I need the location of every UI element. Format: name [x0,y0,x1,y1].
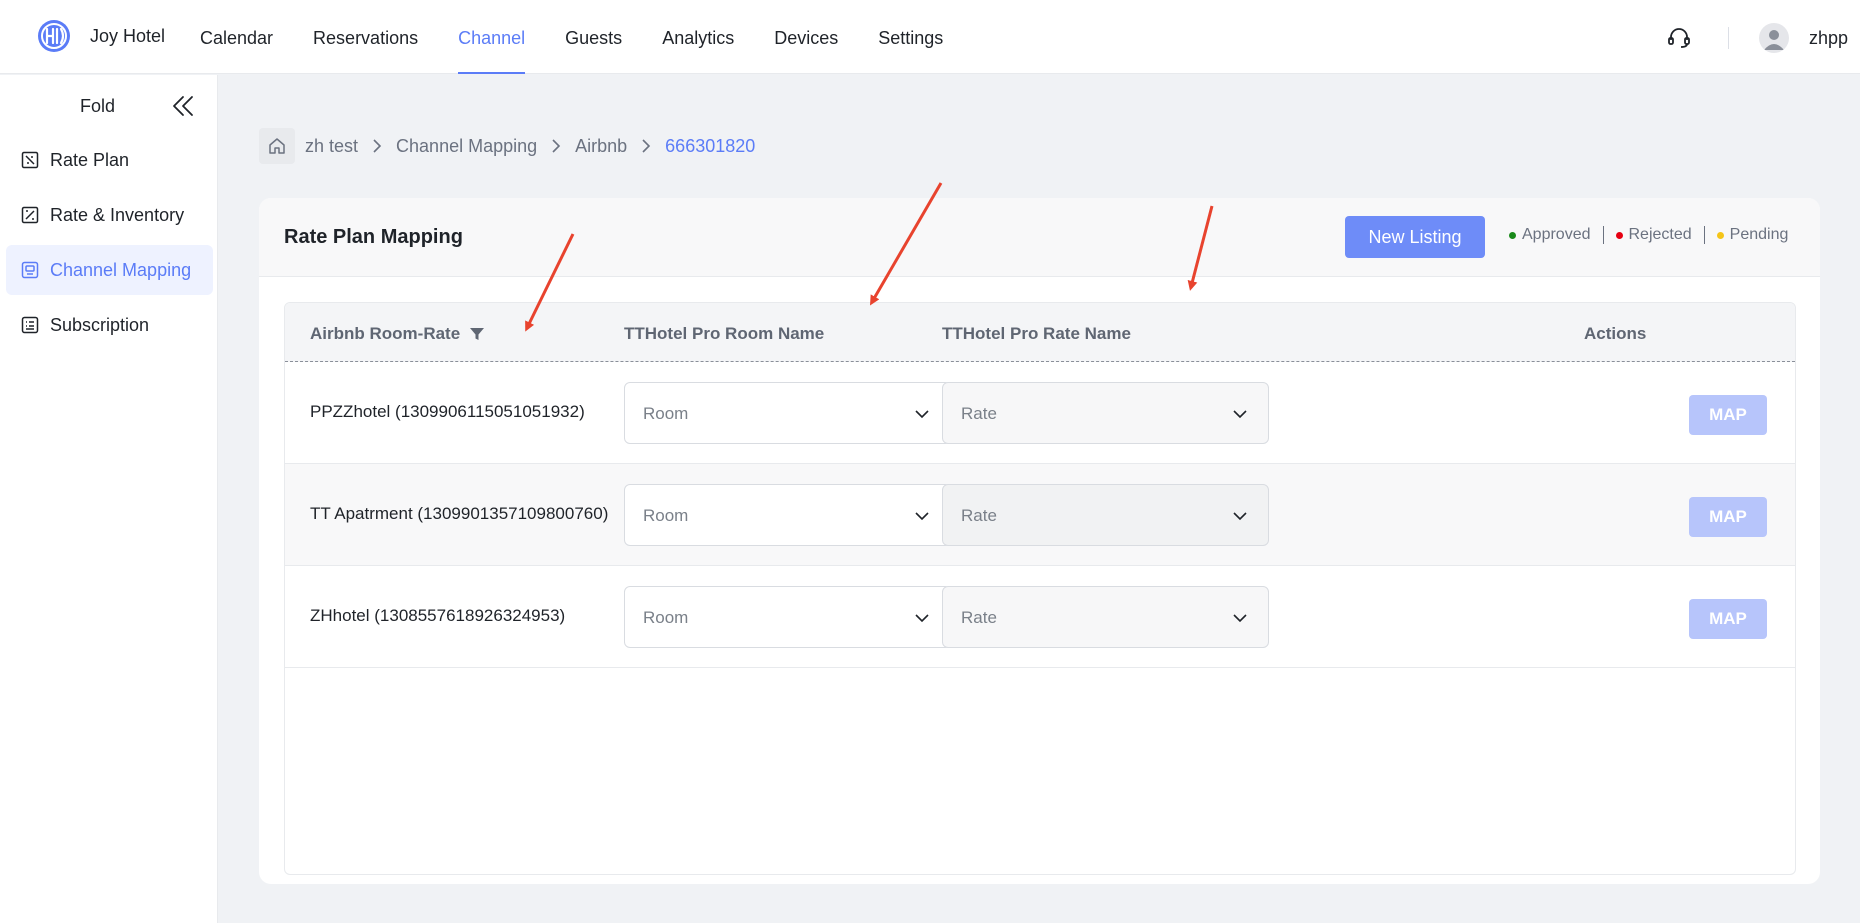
divider [1727,27,1729,49]
breadcrumb: zh test Channel Mapping Airbnb 666301820 [259,128,755,164]
divider [1703,226,1705,244]
column-airbnb-room-rate: Airbnb Room-Rate [310,324,486,344]
user-area: zhpp [1666,20,1848,56]
column-room-name: TTHotel Pro Room Name [624,324,825,343]
rate-select[interactable]: Rate [942,484,1269,546]
column-label: Airbnb Room-Rate [310,324,461,343]
map-button[interactable]: MAP [1689,599,1767,639]
sidebar-item-channel-mapping[interactable]: Channel Mapping [6,245,213,295]
room-select[interactable]: Room [624,484,951,546]
avatar[interactable] [1758,23,1789,53]
room-select[interactable]: Room [624,382,951,444]
brand[interactable]: Joy Hotel [36,18,165,54]
airbnb-room-rate: TT Apatrment (1309901357109800760) [310,504,609,523]
pending-dot-icon [1716,231,1724,239]
legend-label: Pending [1729,226,1789,243]
mapping-table: Airbnb Room-Rate TTHotel Pro Room Name T… [284,302,1796,875]
inventory-icon [21,206,39,224]
chevron-right-icon [552,139,561,153]
breadcrumb-item[interactable]: Channel Mapping [396,136,537,157]
headset-icon[interactable] [1666,25,1692,51]
new-listing-button[interactable]: New Listing [1345,216,1485,258]
rejected-dot-icon [1615,231,1623,239]
chevron-down-icon [1233,512,1247,521]
room-select[interactable]: Room [624,586,951,648]
home-button[interactable] [259,128,295,164]
sidebar-menu: Rate Plan Rate & Inventory Channel Mappi… [0,135,217,350]
legend-label: Rejected [1628,226,1692,243]
rate-select[interactable]: Rate [942,382,1269,444]
table-header: Airbnb Room-Rate TTHotel Pro Room Name T… [285,303,1795,362]
chevron-down-icon [1233,614,1247,623]
fold-label: Fold [80,96,116,116]
rate-placeholder: Rate [961,404,997,423]
home-icon [269,138,285,154]
sidebar-item-subscription[interactable]: Subscription [6,300,213,350]
table-row: PPZZhotel (1309906115051051932) Room Rat… [285,362,1795,464]
rate-plan-mapping-card: Rate Plan Mapping New Listing Approved R… [259,198,1820,884]
nav-reservations[interactable]: Reservations [313,0,418,74]
nav-analytics[interactable]: Analytics [662,0,734,74]
column-actions: Actions [1584,324,1647,343]
main-nav: Calendar Reservations Channel Guests Ana… [200,0,983,74]
rate-plan-icon [21,151,39,169]
approved-dot-icon [1509,231,1516,239]
map-button[interactable]: MAP [1689,395,1767,435]
rate-placeholder: Rate [961,608,997,627]
chevron-down-icon [1233,410,1247,419]
nav-calendar[interactable]: Calendar [200,0,273,74]
legend-rejected: Rejected [1615,226,1692,244]
chevron-down-icon [915,512,929,521]
table-row: ZHhotel (1308557618926324953) Room Rate … [285,566,1795,668]
rate-select[interactable]: Rate [942,586,1269,648]
legend-approved: Approved [1509,226,1591,244]
room-placeholder: Room [643,506,689,525]
room-placeholder: Room [643,404,689,423]
double-chevron-left-icon[interactable] [170,93,196,119]
sidebar-item-label: Channel Mapping [50,259,192,280]
legend-pending: Pending [1716,226,1789,244]
filter-icon[interactable] [468,325,486,343]
sidebar-item-label: Rate & Inventory [50,204,185,225]
nav-channel[interactable]: Channel [458,0,526,74]
chevron-right-icon [373,139,382,153]
table-row: TT Apatrment (1309901357109800760) Room … [285,464,1795,566]
top-bar: Joy Hotel Calendar Reservations Channel … [0,0,1860,74]
user-name[interactable]: zhpp [1809,28,1848,49]
breadcrumb-item[interactable]: zh test [305,136,358,157]
chevron-right-icon [642,139,651,153]
sidebar-item-label: Subscription [50,314,150,335]
divider [1602,226,1604,244]
breadcrumb-current: 666301820 [665,135,756,156]
breadcrumb-item[interactable]: Airbnb [575,136,627,157]
fold-toggle[interactable]: Fold [0,75,217,135]
airbnb-room-rate: ZHhotel (1308557618926324953) [310,606,566,625]
card-header: Rate Plan Mapping New Listing Approved R… [259,198,1820,277]
column-rate-name: TTHotel Pro Rate Name [942,324,1131,343]
brand-name: Joy Hotel [90,25,166,46]
sidebar-item-rate-plan[interactable]: Rate Plan [6,135,213,185]
sidebar-item-rate-inventory[interactable]: Rate & Inventory [6,190,213,240]
subscription-icon [21,316,39,334]
logo-icon [38,20,70,52]
rate-placeholder: Rate [961,506,997,525]
status-legend: Approved Rejected Pending [1509,226,1788,244]
chevron-down-icon [915,410,929,419]
card-title: Rate Plan Mapping [284,226,463,248]
nav-devices[interactable]: Devices [774,0,838,74]
channel-mapping-icon [21,261,39,279]
room-placeholder: Room [643,608,689,627]
map-button[interactable]: MAP [1689,497,1767,537]
airbnb-room-rate: PPZZhotel (1309906115051051932) [310,402,585,421]
chevron-down-icon [915,614,929,623]
sidebar: Fold Rate Plan Rate & Inventory Channel … [0,75,218,923]
nav-settings[interactable]: Settings [878,0,943,74]
legend-label: Approved [1522,226,1591,243]
nav-guests[interactable]: Guests [565,0,622,74]
sidebar-item-label: Rate Plan [50,149,130,170]
user-icon [1763,30,1784,50]
